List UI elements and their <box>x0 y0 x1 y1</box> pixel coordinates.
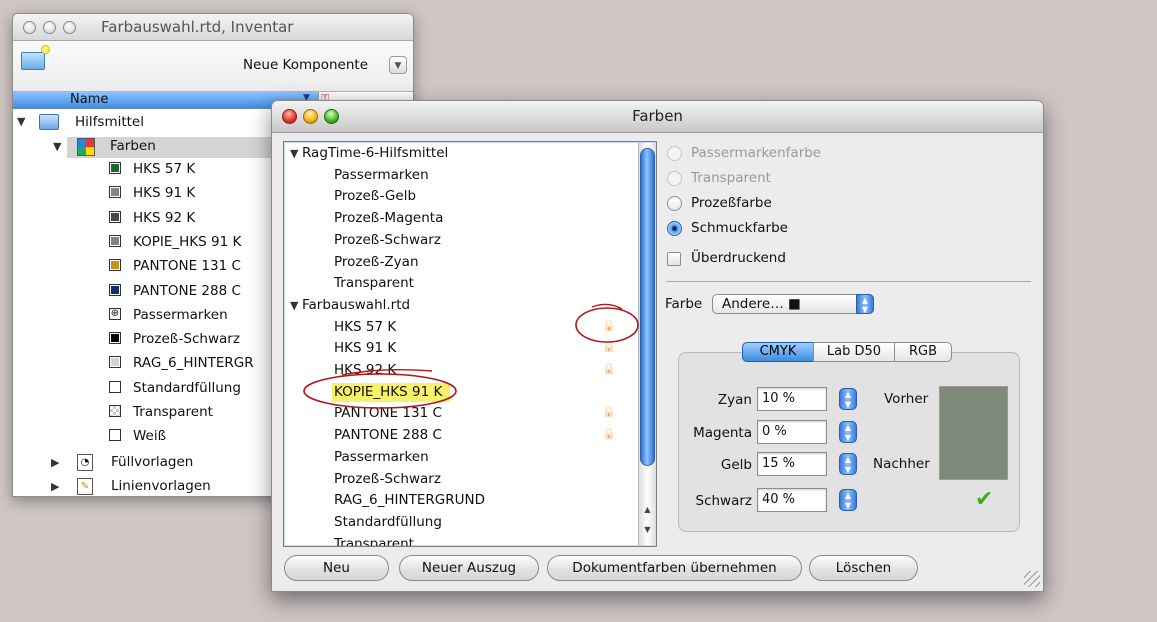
zoom-button[interactable] <box>63 21 76 34</box>
magenta-label: Magenta <box>693 425 752 441</box>
farbe-popup-value: Andere… ■ <box>722 296 801 312</box>
farben-row-highlight <box>67 137 279 158</box>
gelb-field[interactable]: 15 % <box>757 452 827 476</box>
gelb-label: Gelb <box>720 457 752 473</box>
schwarz-stepper[interactable]: ▲ ▼ <box>839 489 857 511</box>
color-palette-icon <box>77 138 95 156</box>
delete-button[interactable]: Löschen <box>809 555 918 581</box>
color-preview <box>939 386 1008 480</box>
new-folder-icon[interactable] <box>21 45 50 70</box>
magenta-stepper[interactable]: ▲ ▼ <box>839 421 857 443</box>
gelb-stepper[interactable]: ▲ ▼ <box>839 453 857 475</box>
schwarz-field[interactable]: 40 % <box>757 488 827 512</box>
tree-label: Farben <box>110 138 156 154</box>
farbe-label: Farbe <box>665 296 703 312</box>
farbe-popup[interactable]: Andere… ■ ▲ ▼ <box>712 294 874 314</box>
overprint-checkbox[interactable] <box>667 252 681 266</box>
close-button[interactable] <box>23 21 36 34</box>
magenta-field[interactable]: 0 % <box>757 420 827 444</box>
new-component-label: Neue Komponente <box>243 57 368 73</box>
zyan-field[interactable]: 10 % <box>757 387 827 411</box>
annotation-circle-copy <box>303 373 457 409</box>
disclosure-closed-icon[interactable]: ▶ <box>51 480 59 493</box>
option-label: Prozeßfarbe <box>691 195 772 211</box>
new-component-popup-button[interactable]: ▼ <box>389 56 407 74</box>
item-label: HKS 57 K <box>133 161 196 177</box>
minimize-button[interactable] <box>43 21 56 34</box>
item-label: Passermarken <box>133 306 228 323</box>
color-swatch-icon <box>109 210 121 223</box>
checkmark-icon[interactable]: ✔ <box>975 487 993 512</box>
registration-mark-icon: ⊕ <box>109 307 121 320</box>
color-swatch-icon <box>109 259 121 272</box>
resize-grip-icon[interactable] <box>1024 571 1040 587</box>
overprint-label: Überdruckend <box>691 250 786 266</box>
disclosure-open-icon[interactable]: ▼ <box>17 115 25 128</box>
item-label: HKS 91 K <box>133 185 196 202</box>
tree-row-linienvorlagen[interactable]: ▶ ✎ Linienvorlagen <box>51 478 211 496</box>
zyan-label: Zyan <box>717 392 752 408</box>
radio-prozessfarbe[interactable] <box>667 196 682 211</box>
item-label: Prozeß-Schwarz <box>133 331 240 348</box>
tab-rgb[interactable]: RGB <box>894 342 952 362</box>
tab-lab-d50[interactable]: Lab D50 <box>813 342 895 362</box>
color-swatch-icon <box>109 186 121 199</box>
item-label: Transparent <box>133 404 213 420</box>
color-swatch-icon <box>109 234 121 247</box>
item-label: PANTONE 131 C <box>133 258 241 275</box>
item-label: RAG_6_HINTERGR <box>133 355 254 372</box>
option-label: Passermarkenfarbe <box>691 145 822 161</box>
color-swatch-icon <box>109 356 121 369</box>
radio-transparent[interactable] <box>667 171 682 186</box>
tree-row-farben[interactable]: ▼ Farben <box>53 138 156 162</box>
popup-arrows-icon: ▲ ▼ <box>856 294 874 314</box>
tree-label: Linienvorlagen <box>111 478 211 494</box>
separator <box>666 281 1031 282</box>
column-name-label: Name <box>70 92 109 107</box>
color-swatch-icon <box>109 380 121 393</box>
folder-icon <box>39 114 59 130</box>
zyan-stepper[interactable]: ▲ ▼ <box>839 388 857 410</box>
tree-label: Füllvorlagen <box>111 454 194 470</box>
annotation-circle-lock <box>575 307 639 343</box>
transparent-swatch-icon <box>109 405 121 417</box>
color-swatch-icon <box>109 429 121 442</box>
item-label: Weiß <box>133 428 167 445</box>
schwarz-label: Schwarz <box>695 493 753 509</box>
radio-schmuckfarbe[interactable] <box>667 221 682 236</box>
line-template-icon: ✎ <box>77 478 93 495</box>
farben-window: Farben ▼ RagTime-6-Hilfsmittel Passermark… <box>271 100 1044 592</box>
tree-label: Hilfsmittel <box>75 114 144 130</box>
option-label: Schmuckfarbe <box>691 220 788 236</box>
radio-passermarkenfarbe[interactable] <box>667 146 682 161</box>
tab-cmyk[interactable]: CMYK <box>742 342 814 362</box>
item-label: HKS 92 K <box>133 209 196 226</box>
option-label: Transparent <box>691 170 771 186</box>
tree-row-hilfsmittel[interactable]: ▼ Hilfsmittel <box>17 113 144 137</box>
new-button[interactable]: Neu <box>284 555 389 581</box>
vorher-label: Vorher <box>884 391 929 407</box>
item-label: PANTONE 288 C <box>133 282 241 299</box>
new-separation-button[interactable]: Neuer Auszug <box>399 555 539 581</box>
disclosure-open-icon[interactable]: ▼ <box>53 140 61 153</box>
color-swatch-icon <box>109 162 121 174</box>
item-label: KOPIE_HKS 91 K <box>133 233 242 250</box>
disclosure-closed-icon[interactable]: ▶ <box>51 456 59 469</box>
color-swatch-icon <box>109 332 121 345</box>
adopt-document-colors-button[interactable]: Dokumentfarben übernehmen <box>547 555 802 581</box>
nachher-label: Nachher <box>873 456 930 472</box>
color-swatch-icon <box>109 283 121 296</box>
item-label: Standardfüllung <box>133 379 241 396</box>
window-title: Farbauswahl.rtd, Inventar <box>101 18 294 36</box>
fill-template-icon: ◔ <box>77 454 93 471</box>
tree-row-fuellvorlagen[interactable]: ▶ ◔ Füllvorlagen <box>51 454 193 478</box>
